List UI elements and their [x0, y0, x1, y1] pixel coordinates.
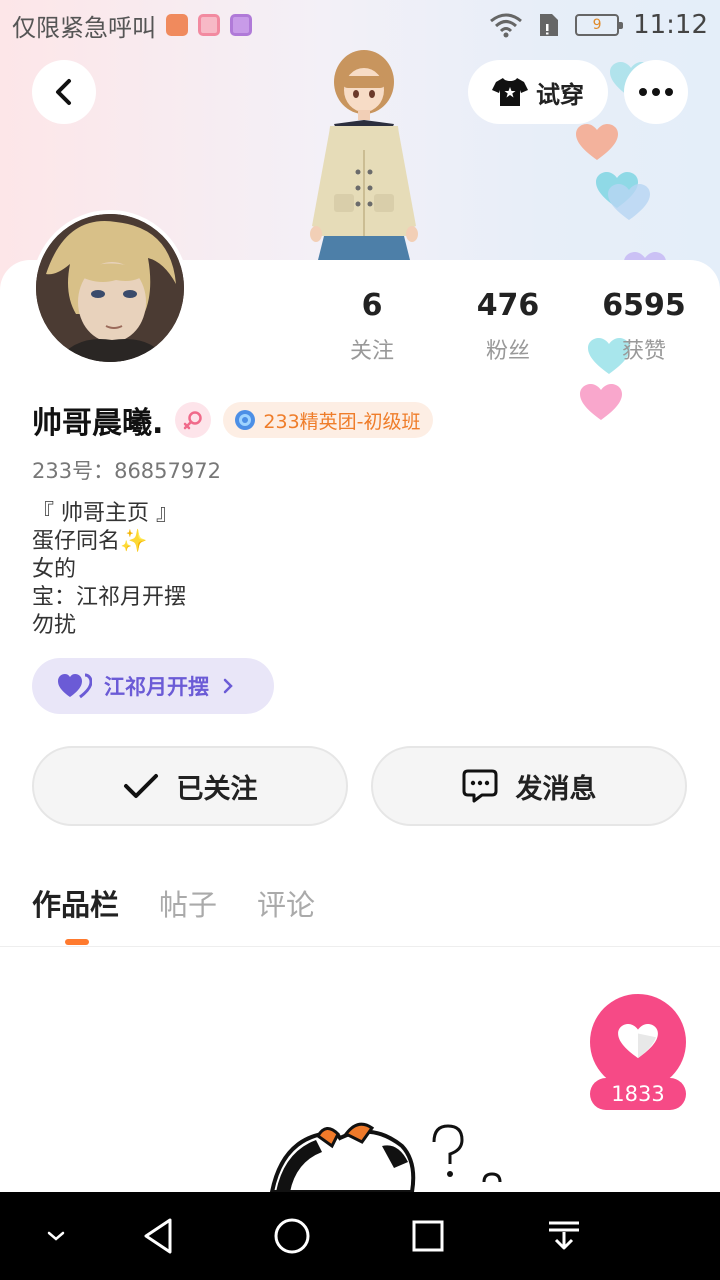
user-id: 233号：86857972 — [32, 459, 221, 483]
heart-icon — [608, 184, 650, 220]
following-button[interactable]: 已关注 — [32, 746, 348, 826]
status-bar: 仅限紧急呼叫 9 11:12 — [0, 0, 720, 50]
relationship-tag[interactable]: 江祁月开摆 — [32, 658, 274, 714]
tabs-divider — [0, 946, 720, 947]
battery-level: 9 — [592, 17, 602, 33]
stat-likes[interactable]: 6595 获赞 — [574, 288, 714, 365]
heart-icon — [576, 124, 618, 160]
nav-back-button[interactable] — [130, 1192, 186, 1280]
bio-line: 勿扰 — [32, 613, 77, 638]
bio: 『 帅哥主页 』 蛋仔同名✨ 女的 宝：江祁月开摆 勿扰 — [32, 500, 186, 640]
carrier-text: 仅限紧急呼叫 — [12, 13, 156, 42]
battery-icon: 9 — [575, 14, 624, 36]
gear-badge-icon — [235, 410, 256, 430]
bio-line: 『 帅哥主页 』 — [32, 501, 178, 526]
like-button[interactable] — [590, 994, 686, 1090]
female-gender-icon — [175, 402, 212, 438]
nav-home-button[interactable] — [264, 1192, 320, 1280]
chevron-down-icon — [47, 1231, 65, 1241]
mascot-illustration — [269, 1122, 502, 1192]
mail-app-icon — [166, 14, 188, 36]
likes-received-label: 获赞 — [621, 339, 666, 364]
level-badge[interactable]: 233精英团-初级班 — [223, 402, 433, 438]
chat-bubble-icon — [462, 769, 497, 803]
level-badge-label: 233精英团-初级班 — [263, 410, 421, 433]
chevron-right-icon — [223, 678, 233, 694]
stat-followers[interactable]: 476 粉丝 — [438, 288, 578, 365]
tab-works[interactable]: 作品栏 — [32, 882, 119, 924]
recents-square-icon — [412, 1220, 444, 1252]
message-button[interactable]: 发消息 — [371, 746, 687, 826]
notification-app-icon — [198, 14, 220, 36]
relationship-tag-label: 江祁月开摆 — [104, 675, 209, 699]
status-time: 11:12 — [633, 10, 708, 40]
double-heart-icon — [58, 673, 92, 699]
more-button[interactable] — [624, 60, 688, 124]
following-button-label: 已关注 — [176, 773, 258, 805]
stat-following[interactable]: 6 关注 — [302, 288, 442, 365]
heart-icon — [618, 1024, 658, 1059]
heart-icon — [580, 384, 622, 420]
tab-posts[interactable]: 帖子 — [159, 882, 217, 924]
active-tab-indicator — [65, 939, 89, 945]
following-label: 关注 — [349, 339, 394, 364]
following-count: 6 — [361, 288, 383, 323]
tshirt-icon — [492, 78, 528, 106]
bio-line: 蛋仔同名✨ — [32, 529, 148, 554]
more-dots-icon — [639, 88, 673, 96]
message-button-label: 发消息 — [515, 773, 597, 805]
back-button[interactable] — [32, 60, 96, 124]
try-on-label: 试穿 — [536, 80, 584, 109]
bio-line: 宝：江祁月开摆 — [32, 585, 187, 610]
pull-down-icon — [549, 1221, 579, 1250]
content-tabs: 作品栏 帖子 评论 — [32, 882, 315, 924]
like-count: 1833 — [590, 1078, 686, 1110]
wifi-icon — [490, 13, 522, 38]
chevron-left-icon — [56, 79, 71, 105]
followers-label: 粉丝 — [485, 339, 530, 364]
likes-received-count: 6595 — [602, 288, 686, 323]
bio-line: 女的 — [32, 557, 77, 582]
back-triangle-icon — [144, 1218, 172, 1254]
tab-comments[interactable]: 评论 — [257, 882, 315, 924]
home-circle-icon — [274, 1218, 310, 1254]
username: 帅哥晨曦. — [32, 406, 164, 441]
nav-collapse-button[interactable] — [36, 1192, 76, 1280]
sim-card-icon — [540, 14, 559, 36]
check-icon — [123, 774, 158, 798]
gallery-app-icon — [230, 14, 252, 36]
character-figure — [310, 50, 418, 260]
nav-notification-button[interactable] — [536, 1192, 592, 1280]
try-on-button[interactable]: 试穿 — [468, 60, 608, 124]
avatar-image — [36, 214, 184, 362]
nav-recents-button[interactable] — [400, 1192, 456, 1280]
followers-count: 476 — [476, 288, 540, 323]
system-navigation-bar — [0, 1192, 720, 1280]
avatar[interactable] — [32, 210, 188, 366]
name-row: 帅哥晨曦. 233精英团-初级班 — [32, 398, 433, 442]
